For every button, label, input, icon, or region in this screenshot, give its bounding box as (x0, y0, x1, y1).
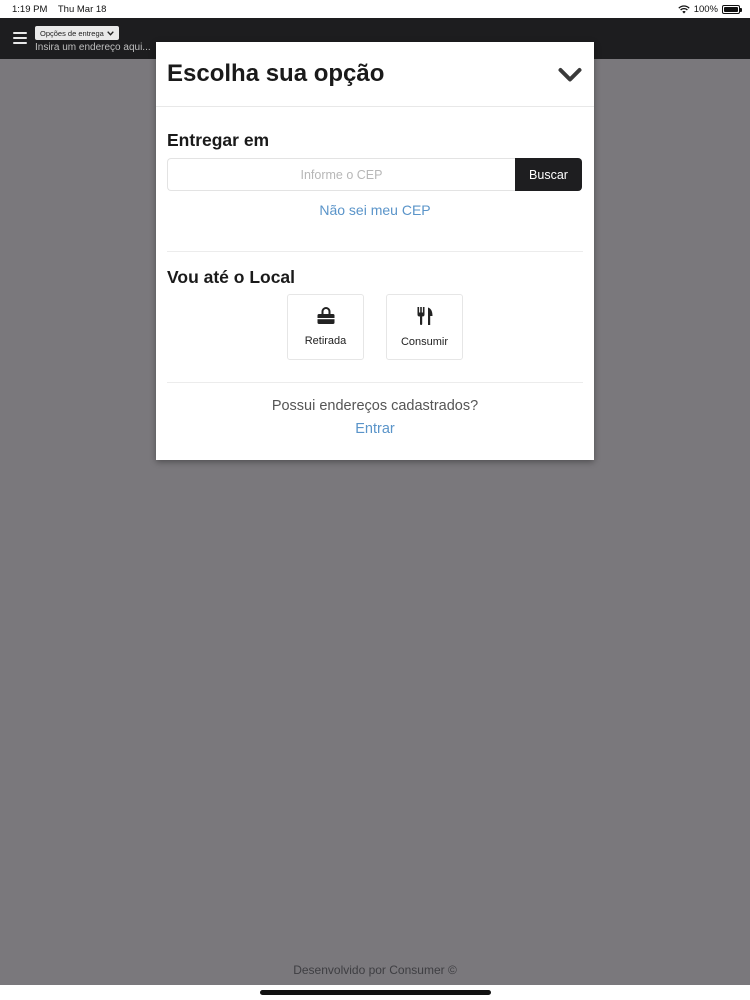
option-consumir[interactable]: Consumir (386, 294, 463, 360)
registered-addresses-question: Possui endereços cadastrados? (271, 398, 479, 414)
delivery-options-label: Opções de entrega (40, 28, 104, 38)
collapse-modal-button[interactable] (556, 62, 584, 88)
local-options: Retirada Consumir (287, 294, 463, 360)
menu-icon[interactable] (13, 32, 27, 44)
delivery-option-modal: Escolha sua opção Entregar em Buscar Não… (156, 42, 594, 460)
chevron-down-icon (558, 68, 582, 82)
login-link[interactable]: Entrar (156, 421, 594, 437)
shopping-bag-icon (317, 307, 334, 324)
cep-input[interactable] (167, 158, 515, 191)
modal-title: Escolha sua opção (167, 60, 385, 87)
address-input-hint[interactable]: Insira um endereço aqui... (35, 42, 151, 53)
option-label: Retirada (304, 335, 347, 347)
section-divider (167, 251, 583, 252)
local-section-title: Vou até o Local (167, 267, 296, 287)
modal-header: Escolha sua opção (156, 42, 594, 107)
utensils-icon (417, 307, 432, 325)
cep-search-row: Buscar (167, 158, 582, 191)
home-indicator[interactable] (260, 990, 491, 995)
delivery-options-dropdown[interactable]: Opções de entrega (35, 26, 119, 40)
footer-credits: Desenvolvido por Consumer © (293, 963, 457, 977)
status-date: Thu Mar 18 (57, 3, 107, 15)
wifi-icon (678, 4, 690, 13)
status-time: 1:19 PM (12, 3, 48, 15)
battery-icon (722, 4, 742, 14)
deliver-section-title: Entregar em (167, 130, 270, 150)
section-divider (167, 382, 583, 383)
battery-percent: 100% (693, 3, 718, 15)
search-button[interactable]: Buscar (515, 158, 582, 191)
chevron-down-icon (106, 30, 114, 36)
status-left: 1:19 PM Thu Mar 18 (12, 4, 114, 15)
option-label: Consumir (400, 336, 449, 348)
option-retirada[interactable]: Retirada (287, 294, 364, 360)
unknown-cep-link[interactable]: Não sei meu CEP (156, 202, 594, 218)
status-bar: 1:19 PM Thu Mar 18 100% (0, 0, 750, 18)
status-right: 100% (678, 3, 742, 15)
